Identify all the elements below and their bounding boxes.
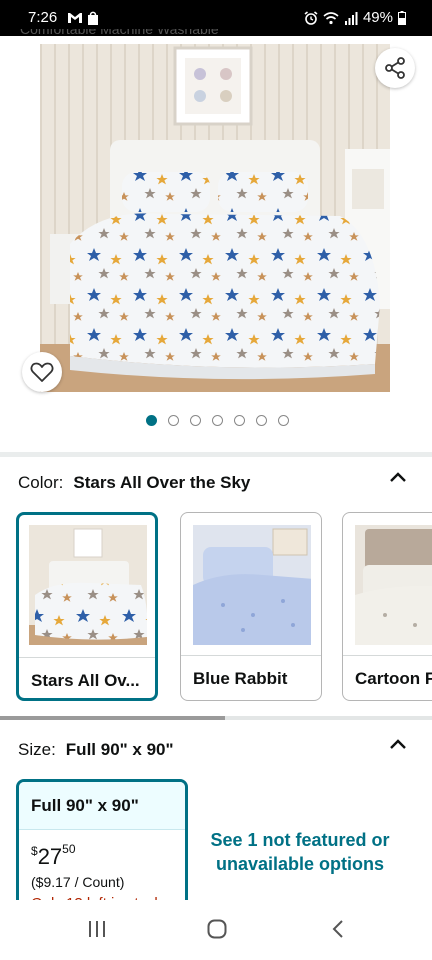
swatch-thumbnail [29,525,147,645]
swatch-separator [181,655,321,656]
color-value: Stars All Over the Sky [73,473,251,492]
color-swatch-list[interactable]: Stars All Ov... Blue Rabbit Cartoon F [16,512,432,707]
share-button[interactable] [375,48,415,88]
swatch-separator [343,655,432,656]
color-option-name: Cartoon F [355,669,432,688]
heart-icon [30,362,54,382]
size-value: Full 90" x 90" [65,740,174,759]
size-label: Size: [18,740,56,759]
size-option-name: Full 90" x 90" [19,782,185,830]
carousel-dot[interactable] [211,415,223,426]
wishlist-button[interactable] [22,352,62,392]
carousel-dot[interactable] [167,415,179,426]
color-option-blue-rabbit[interactable]: Blue Rabbit [180,512,322,701]
back-icon[interactable] [328,918,350,940]
swatch-scrollbar[interactable] [0,716,432,720]
swatch-thumbnail [193,525,311,645]
color-option-name: Blue Rabbit [193,669,288,688]
size-header[interactable]: Size: Full 90" x 90" [18,737,174,763]
product-image[interactable] [40,44,390,392]
product-subtitle: Comfortable Machine Washable [20,29,219,37]
color-header[interactable]: Color: Stars All Over the Sky [18,470,250,496]
color-label: Color: [18,473,64,492]
chevron-up-icon[interactable] [388,468,408,488]
size-option-price: $2750 [31,842,76,869]
swatch-separator [19,657,155,658]
shopping-bag-icon [88,11,98,25]
signal-icon [344,11,358,25]
scrollbar-thumb[interactable] [0,716,225,720]
battery-percent: 49% [362,9,393,26]
color-option-cartoon[interactable]: Cartoon F [342,512,432,701]
chevron-up-icon[interactable] [388,735,408,755]
battery-icon [398,10,406,25]
bedding-photo [40,44,390,392]
carousel-dot[interactable] [189,415,201,426]
share-icon [385,57,405,79]
not-featured-link[interactable]: See 1 not featured or unavailable option… [206,828,394,876]
image-carousel-dots[interactable] [0,415,432,426]
home-icon[interactable] [206,918,228,940]
section-divider [0,452,432,457]
unit-price: ($9.17 / Count) [31,874,125,890]
recent-apps-icon[interactable] [86,918,108,940]
carousel-dot[interactable] [233,415,245,426]
wifi-icon [323,11,339,24]
gmail-icon [68,13,82,23]
size-option-full[interactable]: Full 90" x 90" $2750 ($9.17 / Count) Onl… [16,779,188,909]
carousel-dot[interactable] [255,415,267,426]
system-nav-bar [0,900,432,960]
alarm-icon [304,10,318,25]
color-option-name: Stars All Ov... [31,671,140,690]
status-time: 7:26 [28,9,58,26]
swatch-thumbnail [355,525,432,645]
carousel-dot[interactable] [145,415,157,426]
carousel-dot[interactable] [277,415,289,426]
color-option-stars[interactable]: Stars All Ov... [16,512,158,701]
